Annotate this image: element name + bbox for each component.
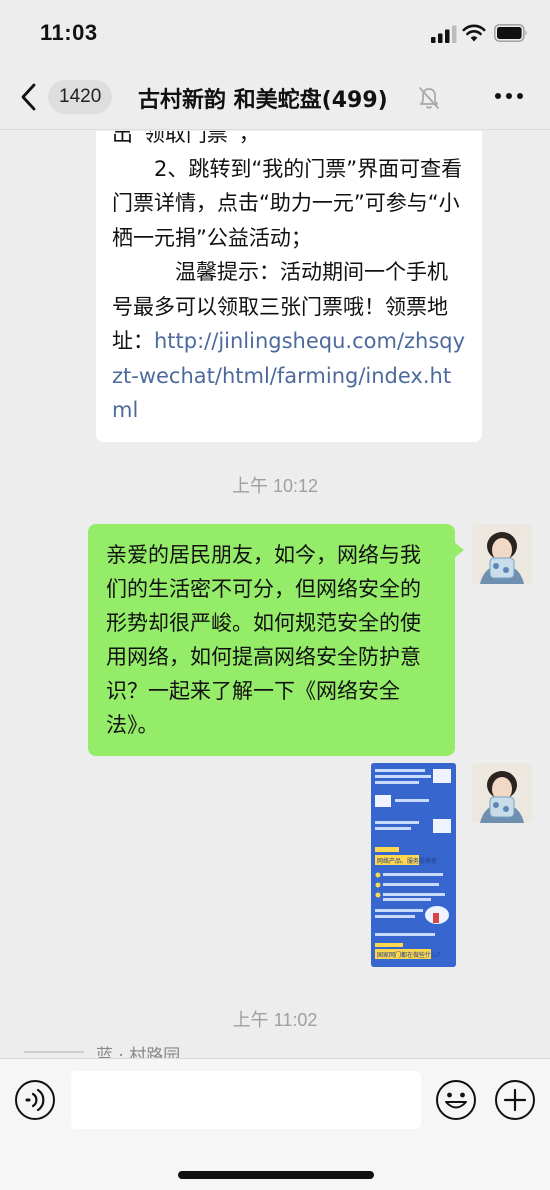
partial-divider [24, 1051, 84, 1053]
avatar-image [472, 524, 532, 584]
avatar[interactable] [472, 524, 532, 584]
home-indicator[interactable] [178, 1171, 374, 1179]
back-button[interactable] [16, 82, 42, 112]
message-link[interactable]: http://jinlingshequ.com/zhsqyzt-wechat/h… [112, 329, 465, 422]
chat-header: 1420 古村新韵 和美蛇盘(499) [0, 64, 550, 130]
voice-icon[interactable] [14, 1079, 56, 1121]
cellular-signal-icon [431, 25, 457, 43]
timestamp: 上午 11:02 [232, 1010, 318, 1030]
avatar[interactable] [472, 763, 532, 823]
incoming-message-bubble[interactable]: 出“领取门票”， 2、跳转到“我的门票”界面可查看门票详情，点击“助力一元”可参… [96, 131, 482, 442]
battery-icon [494, 24, 527, 42]
partial-next-message: 蓝 · 村路园 [0, 1043, 550, 1058]
message-line-cut: 出“领取门票”， [112, 131, 260, 146]
infographic-banner: 国家网门都在做些什么？ [377, 951, 443, 959]
partial-text: 蓝 · 村路园 [96, 1046, 181, 1058]
status-time: 11:03 [40, 20, 98, 45]
avatar-image [472, 763, 532, 823]
unread-count-badge[interactable]: 1420 [48, 80, 113, 114]
more-options-button[interactable] [494, 86, 524, 106]
message-paragraph: 2、跳转到“我的门票”界面可查看门票详情，点击“助力一元”可参与“小栖一元捐”公… [112, 156, 463, 250]
message-input[interactable] [71, 1071, 421, 1129]
input-bar [0, 1058, 550, 1190]
outgoing-image-message[interactable]: 网络产品、服务提供者 国家网门都在做些什么？ [371, 763, 456, 967]
chat-title: 古村新韵 和美蛇盘(499) [138, 88, 388, 113]
emoji-icon[interactable] [435, 1079, 477, 1121]
chat-message-list[interactable]: 出“领取门票”， 2、跳转到“我的门票”界面可查看门票详情，点击“助力一元”可参… [0, 131, 550, 1058]
infographic-banner: 网络产品、服务提供者 [377, 857, 437, 865]
message-paragraph: 温馨提示：活动期间一个手机号最多可以领取三张门票哦！领票地址：http://ji… [112, 255, 468, 428]
status-bar: 11:03 [0, 0, 550, 64]
outgoing-message-bubble[interactable]: 亲爱的居民朋友，如今，网络与我们的生活密不可分，但网络安全的形势却很严峻。如何规… [88, 524, 464, 756]
wifi-icon [462, 24, 486, 42]
bell-muted-icon [419, 87, 439, 109]
timestamp: 上午 10:12 [231, 476, 319, 496]
infographic-thumbnail: 网络产品、服务提供者 国家网门都在做些什么？ [371, 763, 456, 967]
plus-circle-icon[interactable] [494, 1079, 536, 1121]
